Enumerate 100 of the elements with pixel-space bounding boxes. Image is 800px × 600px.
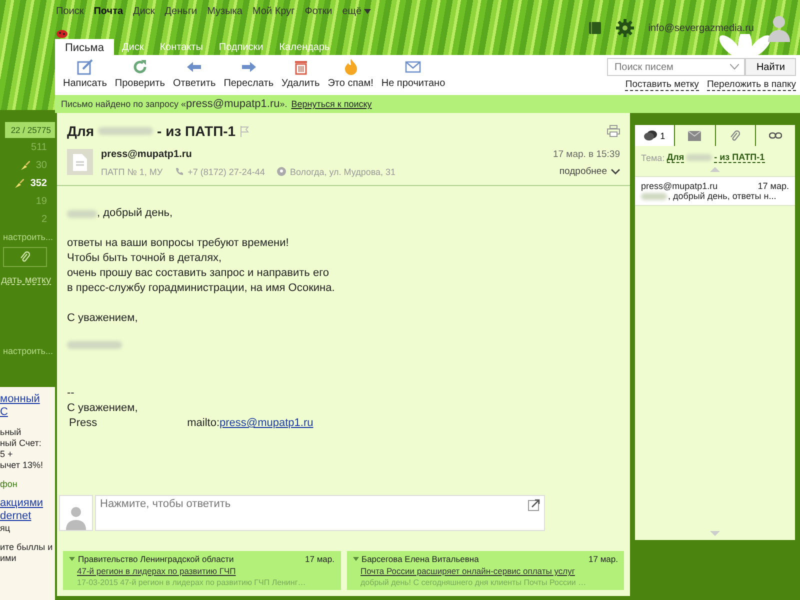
sender-phone: +7 (8172) 27-24-44: [188, 166, 265, 176]
top-nav-link[interactable]: Деньги: [164, 6, 198, 17]
top-nav-link[interactable]: Музыка: [207, 6, 242, 17]
toolbar-button[interactable]: Написать: [59, 58, 111, 89]
card-subject-link[interactable]: 47-й регион в лидерах по развитию ГЧП: [69, 566, 334, 576]
redacted-blur: [686, 154, 712, 161]
thread-panel-tab[interactable]: 1: [635, 125, 676, 146]
thread-item-date: 17 мар.: [758, 181, 789, 191]
topic-text[interactable]: Для: [666, 152, 684, 163]
search-field[interactable]: Поиск писем: [607, 58, 746, 76]
body-text: С уважением,: [67, 311, 139, 326]
phone-icon: [174, 167, 184, 176]
speech-bubbles-icon: [644, 130, 658, 142]
ad-text: ите быллы и: [0, 542, 53, 553]
action-link[interactable]: Переложить в папку: [706, 79, 796, 91]
top-nav-link[interactable]: Мой Круг: [252, 6, 295, 17]
sender-organization: ПАТП № 1, МУ: [101, 166, 163, 176]
ad-link[interactable]: акциями: [0, 497, 53, 510]
subject-text: - из ПАТП-1: [157, 123, 236, 139]
body-text: --: [67, 386, 76, 401]
back-to-search-link[interactable]: Вернуться к поиску: [291, 99, 372, 109]
ad-text: фон: [0, 479, 18, 489]
toolbar-button[interactable]: Проверить: [110, 58, 169, 89]
related-message-card[interactable]: Барсегова Елена Витальевна 17 мар. Почта России расширяет онлайн-сервис оплаты услуг добрый день! С сегодняшнего дня клиенты Почты России …: [346, 551, 624, 590]
message-counter[interactable]: 22 / 25775: [5, 122, 57, 138]
settings-icon[interactable]: [616, 19, 634, 37]
sender-email[interactable]: press@mupatp1.ru: [101, 149, 549, 160]
body-text: С уважением,: [67, 401, 139, 416]
toolbar-button[interactable]: Переслать: [220, 58, 278, 89]
card-snippet: добрый день! С сегодняшнего дня клиенты Почты России …: [360, 578, 588, 587]
collapse-caret-icon[interactable]: [69, 557, 75, 561]
toolbar-button[interactable]: Ответить: [168, 58, 220, 89]
chevron-down-icon: [611, 168, 620, 174]
printer-icon[interactable]: [607, 125, 620, 137]
redacted-blur: [641, 192, 667, 200]
ad-link[interactable]: монный: [0, 393, 53, 406]
paperclip-icon: [20, 251, 30, 263]
redacted-blur: [67, 341, 122, 349]
flag-icon[interactable]: [240, 126, 250, 136]
document-icon: [73, 154, 87, 170]
reply-field[interactable]: Нажмите, чтобы ответить: [95, 495, 545, 531]
refresh-icon: [130, 58, 149, 76]
ad-link[interactable]: dernet: [0, 510, 53, 523]
toolbar-button[interactable]: Не прочитано: [377, 58, 450, 89]
redacted-blur: [98, 127, 154, 135]
subject-text: Для: [67, 123, 94, 139]
card-date: 17 мар.: [305, 554, 334, 564]
ad-text: 5 +: [0, 449, 14, 460]
email-link[interactable]: press@mupatp1.ru: [220, 417, 314, 429]
toolbar-button[interactable]: Это спам!: [324, 58, 378, 89]
action-link[interactable]: Поставить метку: [625, 79, 699, 91]
thread-item-snippet: , добрый день, ответы н...: [668, 191, 776, 201]
ad-link[interactable]: С: [0, 406, 53, 419]
tab[interactable]: Письма: [55, 39, 114, 55]
topic-text[interactable]: - из ПАТП-1: [714, 152, 765, 163]
topic-label: Тема:: [641, 152, 665, 162]
broom-icon[interactable]: [15, 178, 24, 188]
ad-text: ьный: [0, 427, 22, 438]
location-icon: [276, 167, 286, 176]
search-button[interactable]: Найти: [745, 58, 796, 76]
top-nav-link[interactable]: Поиск: [56, 6, 84, 17]
user-avatar-icon[interactable]: [768, 14, 790, 42]
toolbar-button[interactable]: Удалить: [278, 58, 324, 89]
ad-text: ный Счет:: [0, 438, 42, 449]
ad-text: ычет 13%!: [0, 460, 44, 471]
thread-item-sender: press@mupatp1.ru: [641, 181, 718, 191]
card-subject-link[interactable]: Почта России расширяет онлайн-сервис оплаты услуг: [352, 566, 618, 576]
expand-icon[interactable]: [528, 499, 540, 511]
top-nav-link[interactable]: Почта: [94, 6, 124, 17]
sender-address: Вологда, ул. Мудрова, 31: [290, 166, 397, 176]
broom-icon[interactable]: [20, 160, 30, 170]
thread-message-item[interactable]: press@mupatp1.ru 17 мар. , добрый день, ответы н...: [635, 176, 795, 206]
body-text: , добрый день,: [97, 206, 173, 221]
card-date: 17 мар.: [588, 554, 618, 564]
body-text: очень прошу вас составить запрос и направить его: [67, 266, 330, 281]
top-nav-link[interactable]: ещё: [342, 6, 371, 17]
details-toggle[interactable]: подробнее: [559, 166, 620, 177]
pencil-square-icon: [76, 58, 94, 76]
related-message-card[interactable]: Правительство Ленинградской области 17 мар. 47-й регион в лидерах по развитию ГЧП 17-03-2015 47-й регион в лидерах по развитию ГЧП Ленинг…: [63, 551, 340, 590]
search-notice-text: Письмо найдено по запросу «press@mupatp1.ru».: [61, 98, 288, 110]
paperclip-icon: [730, 130, 740, 142]
message-date: 17 мар. в 15:39: [552, 149, 620, 160]
envelope-icon: [688, 130, 702, 140]
body-text: Чтобы быть точной в деталях,: [67, 251, 223, 266]
chevron-down-icon[interactable]: [730, 64, 740, 70]
ad-text: ими: [0, 553, 18, 564]
card-sender: Правительство Ленинградской области: [78, 554, 234, 564]
body-text: ответы на ваши вопросы требуют времени!: [67, 236, 290, 251]
card-snippet: 17-03-2015 47-й регион в лидерах по развитию ГЧП Ленинг…: [76, 578, 307, 587]
top-nav-link[interactable]: Диск: [133, 6, 155, 17]
collapse-caret-icon[interactable]: [352, 557, 358, 561]
ad-text: яц: [0, 523, 12, 534]
account-email[interactable]: info@severgazmedia.ru: [648, 22, 754, 34]
folder-count[interactable]: 352: [30, 178, 47, 188]
person-icon: [65, 504, 87, 530]
card-sender: Барсегова Елена Витальевна: [362, 554, 479, 564]
book-icon[interactable]: [588, 21, 602, 35]
attachments-button[interactable]: [3, 247, 47, 267]
signature-name: Press: [69, 416, 98, 431]
top-nav-link[interactable]: Фотки: [304, 6, 332, 17]
